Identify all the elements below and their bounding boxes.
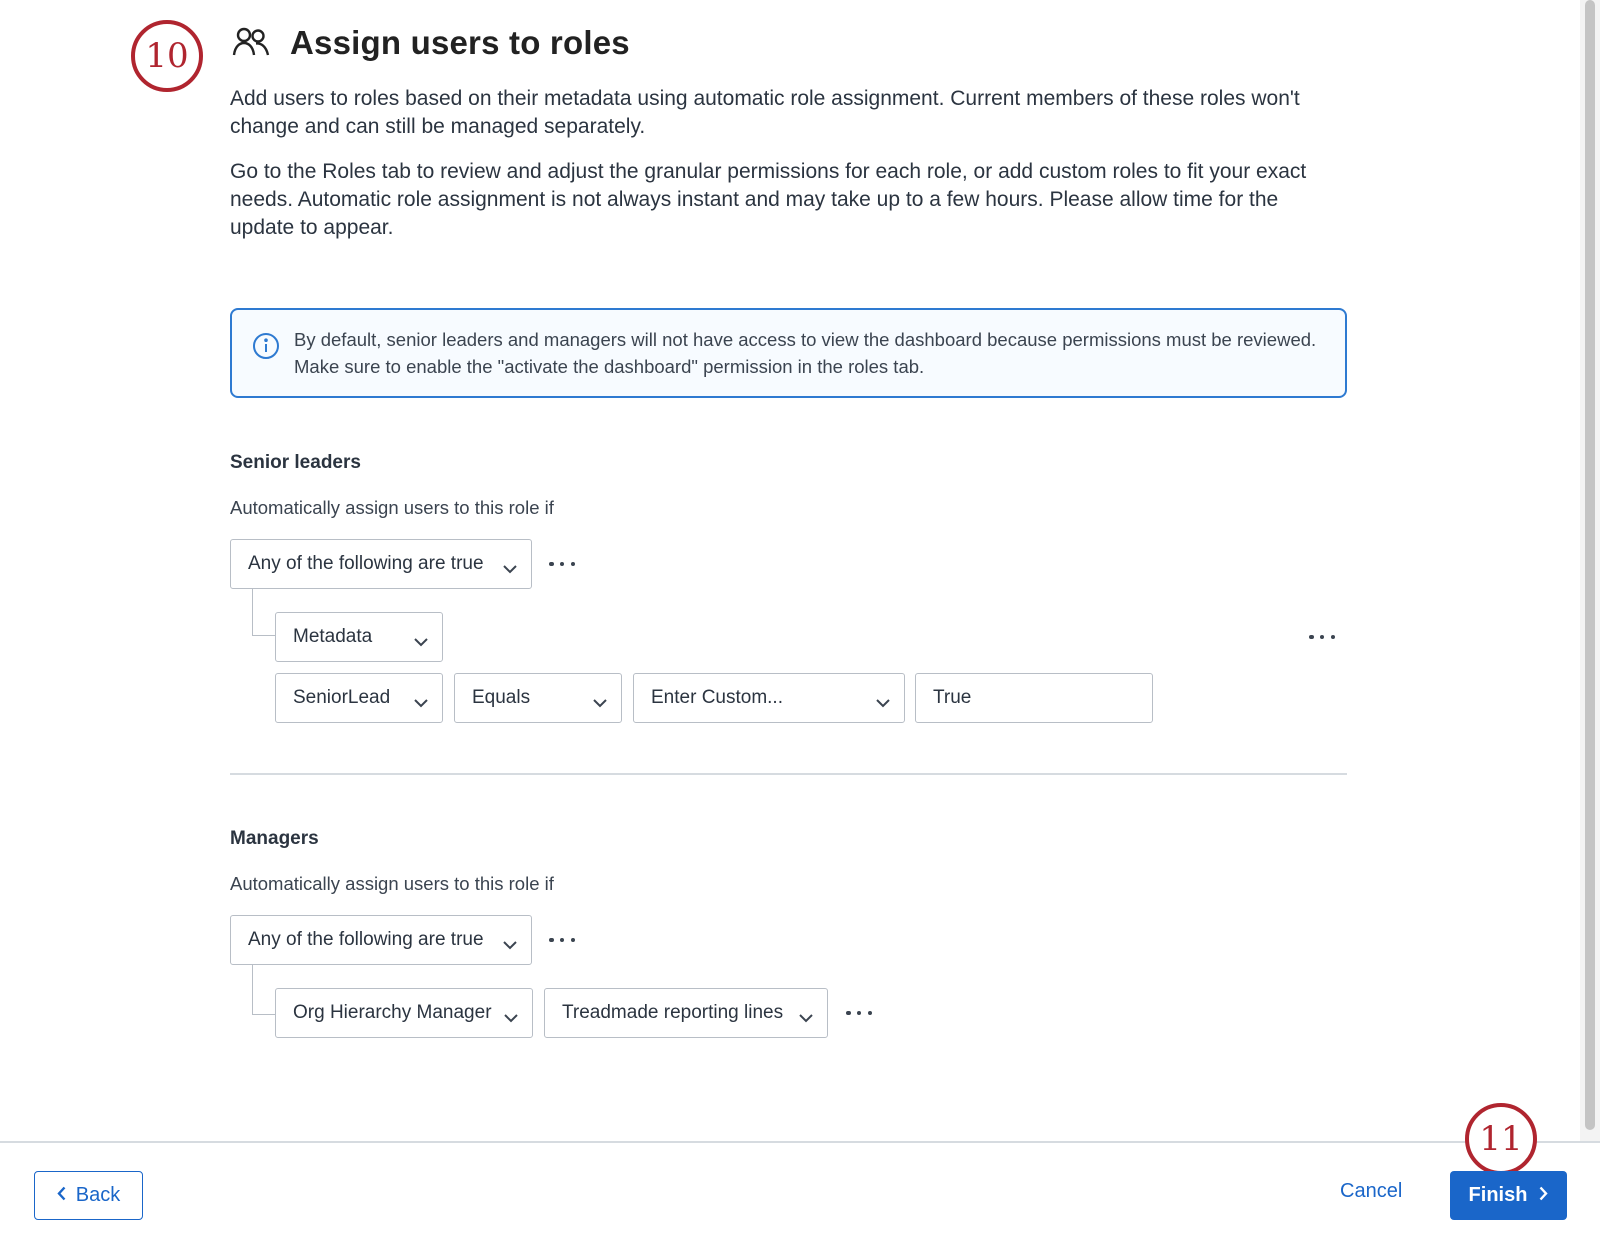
dropdown-value: Treadmade reporting lines bbox=[562, 1002, 784, 1023]
senior-leaders-condition-more-button[interactable] bbox=[1306, 627, 1338, 647]
managers-logic-more-button[interactable] bbox=[546, 930, 578, 950]
dropdown-value: Metadata bbox=[293, 626, 373, 647]
senior-leaders-logic-dropdown[interactable]: Any of the following are true bbox=[230, 539, 532, 589]
chevron-down-icon bbox=[503, 934, 517, 956]
managers-hierarchy-dropdown[interactable]: Treadmade reporting lines bbox=[544, 988, 828, 1038]
page-header: Assign users to roles bbox=[232, 24, 630, 62]
senior-leaders-logic-more-button[interactable] bbox=[546, 554, 578, 574]
managers-subtitle: Automatically assign users to this role … bbox=[230, 873, 554, 894]
finish-button[interactable]: Finish bbox=[1450, 1171, 1567, 1220]
chevron-down-icon bbox=[593, 692, 607, 714]
senior-leaders-title: Senior leaders bbox=[230, 452, 361, 473]
dropdown-value: Org Hierarchy Manager bbox=[293, 1002, 492, 1023]
users-icon bbox=[232, 25, 270, 62]
description-paragraph-1: Add users to roles based on their metada… bbox=[230, 87, 1300, 138]
page-title: Assign users to roles bbox=[290, 24, 630, 61]
managers-condition-type-dropdown[interactable]: Org Hierarchy Manager bbox=[275, 988, 533, 1038]
dropdown-value: Any of the following are true bbox=[248, 929, 484, 950]
info-banner: By default, senior leaders and managers … bbox=[230, 308, 1347, 398]
senior-leaders-condition-type-dropdown[interactable]: Metadata bbox=[275, 612, 443, 662]
chevron-left-icon bbox=[57, 1184, 66, 1207]
senior-leaders-operator-dropdown[interactable]: Equals bbox=[454, 673, 622, 723]
chevron-down-icon bbox=[876, 692, 890, 714]
chevron-down-icon bbox=[414, 631, 428, 653]
dropdown-value: Equals bbox=[472, 687, 531, 708]
tree-connector bbox=[252, 965, 275, 1015]
dropdown-value: Enter Custom... bbox=[651, 687, 783, 708]
step-badge-10: 10 bbox=[131, 20, 203, 92]
finish-label: Finish bbox=[1468, 1184, 1528, 1206]
senior-leaders-field-dropdown[interactable]: SeniorLead bbox=[275, 673, 443, 723]
managers-logic-dropdown[interactable]: Any of the following are true bbox=[230, 915, 532, 965]
back-button[interactable]: Back bbox=[34, 1171, 143, 1220]
senior-leaders-subtitle: Automatically assign users to this role … bbox=[230, 497, 554, 518]
scrollbar-thumb[interactable] bbox=[1585, 0, 1595, 1130]
info-icon bbox=[252, 332, 280, 367]
senior-leaders-value-input[interactable]: True bbox=[915, 673, 1153, 723]
chevron-down-icon bbox=[504, 1007, 518, 1029]
step-badge-11: 11 bbox=[1465, 1103, 1537, 1175]
chevron-right-icon bbox=[1539, 1184, 1549, 1207]
chevron-down-icon bbox=[503, 558, 517, 580]
footer-divider bbox=[0, 1141, 1600, 1143]
input-value: True bbox=[933, 687, 972, 708]
managers-condition-more-button[interactable] bbox=[843, 1003, 875, 1023]
senior-leaders-value-mode-dropdown[interactable]: Enter Custom... bbox=[633, 673, 905, 723]
info-text: By default, senior leaders and managers … bbox=[294, 329, 1317, 377]
managers-title: Managers bbox=[230, 828, 319, 849]
section-divider bbox=[230, 773, 1347, 775]
dropdown-value: Any of the following are true bbox=[248, 553, 484, 574]
description-paragraph-2: Go to the Roles tab to review and adjust… bbox=[230, 160, 1307, 239]
cancel-button[interactable]: Cancel bbox=[1340, 1180, 1402, 1203]
back-label: Back bbox=[75, 1184, 121, 1206]
dropdown-value: SeniorLead bbox=[293, 687, 391, 708]
tree-connector bbox=[252, 589, 275, 636]
chevron-down-icon bbox=[414, 692, 428, 714]
chevron-down-icon bbox=[799, 1007, 813, 1029]
